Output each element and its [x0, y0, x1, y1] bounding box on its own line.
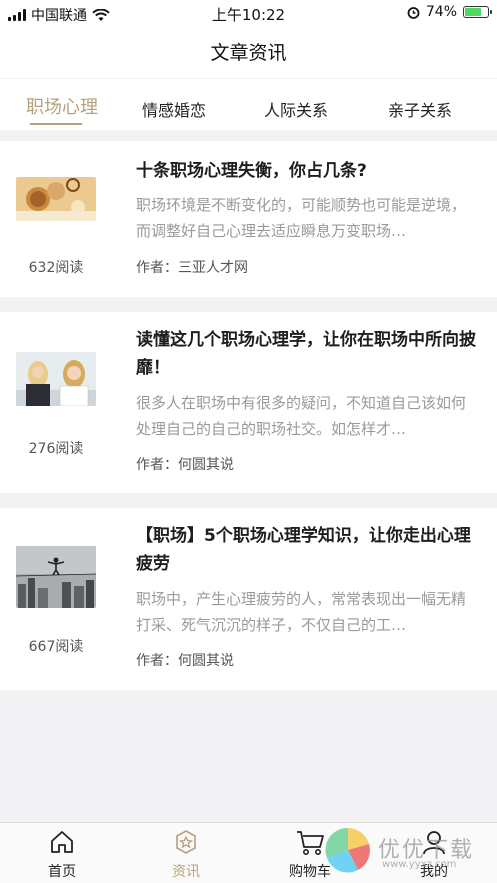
tabbar-news-label: 资讯 — [172, 864, 200, 880]
read-count: 632阅读 — [28, 260, 84, 276]
article-author: 作者：何圆其说 — [136, 454, 234, 474]
article-card[interactable]: 667阅读 【职场】5个职场心理学知识，让你走出心理疲劳 职场中，产生心理疲劳的… — [0, 508, 497, 690]
battery-percent: 74% — [425, 4, 457, 20]
news-star-icon — [176, 830, 196, 854]
battery-icon — [463, 6, 492, 18]
watermark-logo-icon — [325, 827, 370, 873]
tabbar-home-label: 首页 — [48, 864, 76, 880]
article-title[interactable]: 读懂这几个职场心理学，让你在职场中所向披靡！ — [136, 326, 479, 382]
article-thumbnail — [16, 352, 96, 406]
author-name: 何圆其说 — [178, 653, 234, 669]
article-card[interactable]: 632阅读 十条职场心理失衡，你占几条? 职场环境是不断变化的，可能顺势也可能是… — [0, 141, 497, 297]
article-card[interactable]: 276阅读 读懂这几个职场心理学，让你在职场中所向披靡！ 很多人在职场中有很多的… — [0, 312, 497, 493]
status-bar: 中国联通 上午10:22 74% — [0, 0, 497, 26]
author-label: 作者： — [136, 260, 178, 276]
tab-interpersonal[interactable]: 人际关系 — [234, 79, 358, 131]
article-thumbnail — [16, 546, 96, 608]
article-summary: 很多人在职场中有很多的疑问，不知道自己该如何处理自己的自己的职场社交。如怎样才… — [136, 394, 467, 438]
navigation-bar: 文章资讯 — [0, 26, 497, 78]
site-watermark: 优优下载 www.yyxz.com — [322, 826, 482, 876]
read-count: 667阅读 — [28, 639, 84, 655]
article-title[interactable]: 十条职场心理失衡，你占几条? — [136, 157, 479, 185]
tabbar-news[interactable]: 资讯 — [124, 823, 248, 883]
page-title: 文章资讯 — [210, 42, 287, 64]
author-name: 三亚人才网 — [178, 260, 248, 276]
tabbar-home[interactable]: 首页 — [0, 823, 124, 883]
tab-love-marriage[interactable]: 情感婚恋 — [112, 79, 236, 131]
category-tabs: 职场心理 情感婚恋 人际关系 亲子关系 — [0, 78, 497, 130]
active-tab-indicator — [30, 123, 82, 125]
author-name: 何圆其说 — [178, 457, 234, 473]
author-label: 作者： — [136, 653, 178, 669]
article-title[interactable]: 【职场】5个职场心理学知识，让你走出心理疲劳 — [136, 522, 479, 578]
article-author: 作者：何圆其说 — [136, 650, 234, 670]
cart-icon — [297, 831, 324, 855]
article-author: 作者：三亚人才网 — [136, 257, 248, 277]
article-summary: 职场中，产生心理疲劳的人，常常表现出一幅无精打采、死气沉沉的样子，不仅自己的工… — [136, 590, 467, 634]
author-label: 作者： — [136, 457, 178, 473]
home-icon — [51, 831, 73, 853]
read-count: 276阅读 — [28, 441, 84, 457]
watermark-url: www.yyxz.com — [382, 859, 457, 870]
tab-parent-child[interactable]: 亲子关系 — [358, 79, 482, 131]
status-right: 74% — [407, 4, 492, 20]
article-summary: 职场环境是不断变化的，可能顺势也可能是逆境，而调整好自己心理去适应瞬息万变职场… — [136, 196, 467, 240]
article-thumbnail — [16, 177, 96, 221]
alarm-icon — [407, 6, 420, 19]
